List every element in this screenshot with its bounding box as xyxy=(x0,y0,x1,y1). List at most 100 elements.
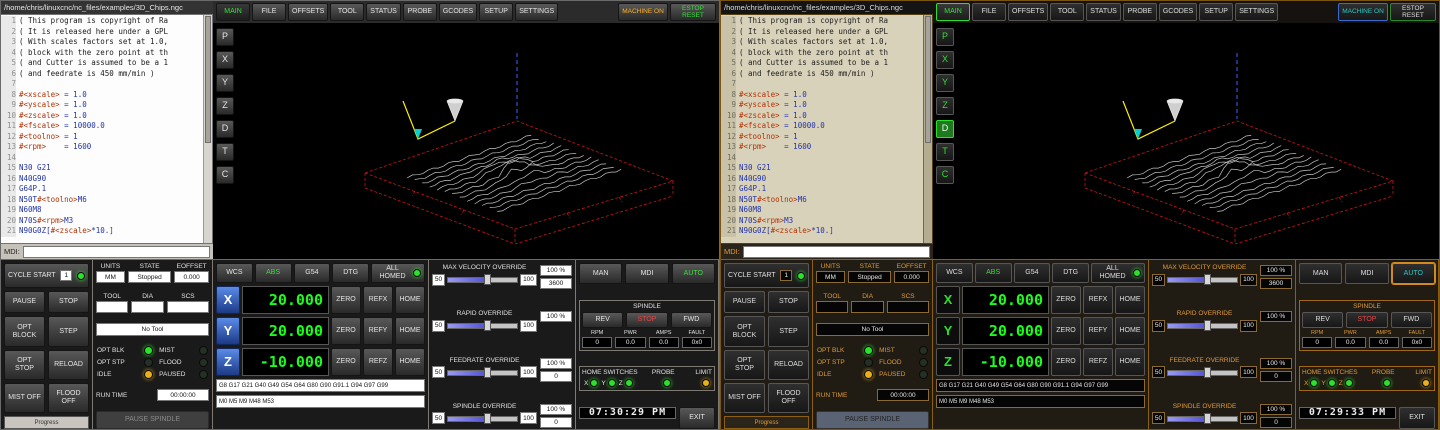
slider-handle[interactable] xyxy=(484,413,491,424)
axis-z-button[interactable]: Z xyxy=(216,348,240,376)
opt-stop-button[interactable]: OPT STOP xyxy=(724,350,765,380)
g54-button[interactable]: G54 xyxy=(1014,263,1051,283)
pause-button[interactable]: PAUSE xyxy=(4,291,45,313)
tab-status[interactable]: STATUS xyxy=(1086,3,1121,21)
cycle-start-button[interactable]: CYCLE START 1 xyxy=(724,263,809,288)
zero-y-button[interactable]: ZERO xyxy=(331,317,361,345)
slider-handle[interactable] xyxy=(484,320,491,331)
wcs-button[interactable]: WCS xyxy=(216,263,253,283)
spindle-rev-button[interactable]: REV xyxy=(582,312,623,328)
pause-spindle-button[interactable]: PAUSE SPINDLE xyxy=(96,411,209,429)
flood-off-button[interactable]: FLOOD OFF xyxy=(48,383,89,413)
tab-setup[interactable]: SETUP xyxy=(479,3,513,21)
scrollbar-thumb[interactable] xyxy=(205,16,211,143)
view-button-t[interactable]: T xyxy=(936,143,954,161)
rapid-override-slider[interactable] xyxy=(1167,320,1238,331)
max-velocity-slider[interactable] xyxy=(447,274,518,285)
gcode-editor[interactable]: 1( This program is copyright of Ra2( It … xyxy=(721,14,933,244)
zero-z-button[interactable]: ZERO xyxy=(331,348,361,376)
exit-button[interactable]: EXIT xyxy=(1399,407,1435,429)
feedrate-override-slider[interactable] xyxy=(447,367,518,378)
mist-off-button[interactable]: MIST OFF xyxy=(724,383,765,413)
view-button-d[interactable]: D xyxy=(216,120,234,138)
opt-block-button[interactable]: OPT BLOCK xyxy=(724,316,765,346)
flood-off-button[interactable]: FLOOD OFF xyxy=(768,383,809,413)
tab-offsets[interactable]: OFFSETS xyxy=(288,3,328,21)
home-y-button[interactable]: HOME xyxy=(1115,317,1145,345)
abs-button[interactable]: ABS xyxy=(255,263,292,283)
mdi-input[interactable] xyxy=(743,246,930,258)
gcode-scrollbar[interactable] xyxy=(203,15,212,243)
step-button[interactable]: STEP xyxy=(768,316,809,346)
tab-main[interactable]: MAIN xyxy=(936,3,970,21)
view-button-y[interactable]: Y xyxy=(936,74,954,92)
tab-status[interactable]: STATUS xyxy=(366,3,401,21)
estop-reset-button[interactable]: ESTOP RESET xyxy=(670,3,716,21)
backplot-view[interactable]: P X Y Z D T C xyxy=(933,23,1439,259)
axis-y-button[interactable]: Y xyxy=(216,317,240,345)
refz-button[interactable]: REFZ xyxy=(1083,348,1113,376)
axis-z-button[interactable]: Z xyxy=(936,348,960,376)
slider-handle[interactable] xyxy=(1204,274,1211,285)
slider-handle[interactable] xyxy=(1204,320,1211,331)
tab-file[interactable]: FILE xyxy=(972,3,1006,21)
tab-setup[interactable]: SETUP xyxy=(1199,3,1233,21)
view-button-x[interactable]: X xyxy=(936,51,954,69)
gcode-editor[interactable]: 1( This program is copyright of Ra2( It … xyxy=(1,14,213,244)
all-homed-button[interactable]: ALL HOMED xyxy=(1091,263,1145,283)
tab-file[interactable]: FILE xyxy=(252,3,286,21)
gcode-scrollbar[interactable] xyxy=(923,15,932,243)
scrollbar-thumb[interactable] xyxy=(925,16,931,143)
auto-mode-button[interactable]: AUTO xyxy=(672,263,715,284)
spindle-fwd-button[interactable]: FWD xyxy=(671,312,712,328)
machine-on-button[interactable]: MACHINE ON xyxy=(618,3,668,21)
view-button-p[interactable]: P xyxy=(216,28,234,46)
view-button-c[interactable]: C xyxy=(216,166,234,184)
tab-main[interactable]: MAIN xyxy=(216,3,250,21)
axis-x-button[interactable]: X xyxy=(216,286,240,314)
zero-x-button[interactable]: ZERO xyxy=(331,286,361,314)
stop-button[interactable]: STOP xyxy=(768,291,809,313)
home-x-button[interactable]: HOME xyxy=(395,286,425,314)
refx-button[interactable]: REFX xyxy=(1083,286,1113,314)
dtg-button[interactable]: DTG xyxy=(332,263,369,283)
pause-button[interactable]: PAUSE xyxy=(724,291,765,313)
max-velocity-slider[interactable] xyxy=(1167,274,1238,285)
cycle-count-spinbox[interactable]: 1 xyxy=(780,270,792,281)
view-button-x[interactable]: X xyxy=(216,51,234,69)
view-button-d[interactable]: D xyxy=(936,120,954,138)
refz-button[interactable]: REFZ xyxy=(363,348,393,376)
man-mode-button[interactable]: MAN xyxy=(579,263,622,284)
reload-button[interactable]: RELOAD xyxy=(48,350,89,380)
axis-x-button[interactable]: X xyxy=(936,286,960,314)
man-mode-button[interactable]: MAN xyxy=(1299,263,1342,284)
pause-spindle-button[interactable]: PAUSE SPINDLE xyxy=(816,411,929,429)
view-button-y[interactable]: Y xyxy=(216,74,234,92)
estop-reset-button[interactable]: ESTOP RESET xyxy=(1390,3,1436,21)
home-z-button[interactable]: HOME xyxy=(395,348,425,376)
spindle-fwd-button[interactable]: FWD xyxy=(1391,312,1432,328)
spindle-override-slider[interactable] xyxy=(1167,413,1238,424)
all-homed-button[interactable]: ALL HOMED xyxy=(371,263,425,283)
spindle-override-slider[interactable] xyxy=(447,413,518,424)
mdi-mode-button[interactable]: MDI xyxy=(1345,263,1388,284)
dtg-button[interactable]: DTG xyxy=(1052,263,1089,283)
step-button[interactable]: STEP xyxy=(48,316,89,346)
spindle-stop-button[interactable]: STOP xyxy=(626,312,667,328)
zero-x-button[interactable]: ZERO xyxy=(1051,286,1081,314)
view-button-t[interactable]: T xyxy=(216,143,234,161)
wcs-button[interactable]: WCS xyxy=(936,263,973,283)
tab-tool[interactable]: TOOL xyxy=(330,3,364,21)
opt-stop-button[interactable]: OPT STOP xyxy=(4,350,45,380)
tab-settings[interactable]: SETTINGS xyxy=(515,3,558,21)
cycle-start-button[interactable]: CYCLE START 1 xyxy=(4,263,89,288)
home-z-button[interactable]: HOME xyxy=(1115,348,1145,376)
slider-handle[interactable] xyxy=(1204,367,1211,378)
mdi-input[interactable] xyxy=(23,246,210,258)
machine-on-button[interactable]: MACHINE ON xyxy=(1338,3,1388,21)
view-button-p[interactable]: P xyxy=(936,28,954,46)
axis-y-button[interactable]: Y xyxy=(936,317,960,345)
mdi-mode-button[interactable]: MDI xyxy=(625,263,668,284)
tab-offsets[interactable]: OFFSETS xyxy=(1008,3,1048,21)
cycle-count-spinbox[interactable]: 1 xyxy=(60,270,72,281)
